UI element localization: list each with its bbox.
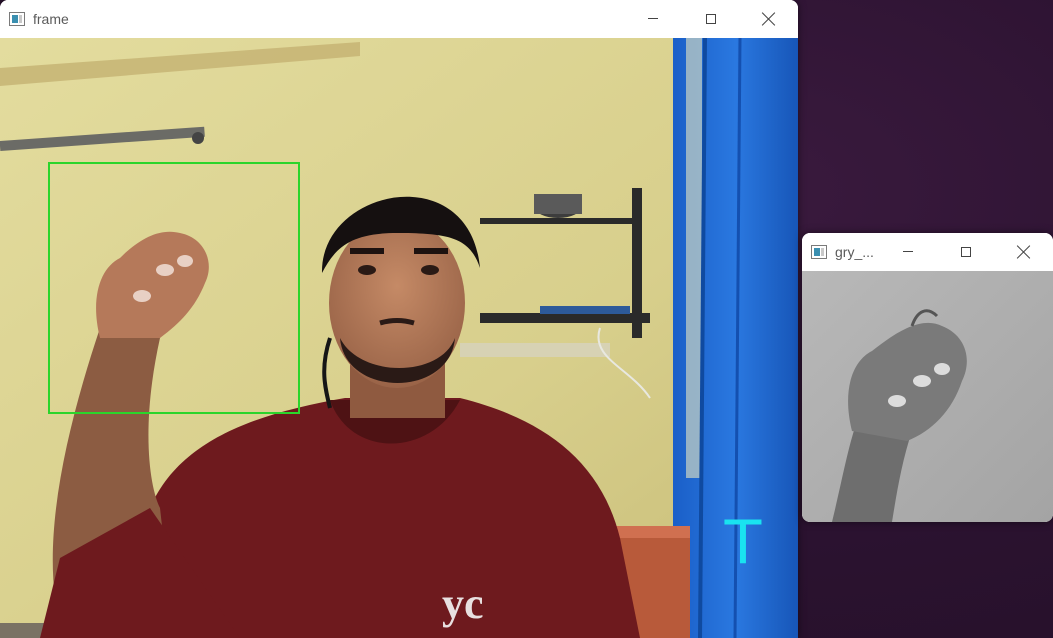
app-icon [9,11,25,26]
shirt-logo: yc [442,579,484,628]
close-icon [1017,245,1031,259]
frame-titlebar[interactable]: frame [0,0,798,37]
close-icon [762,12,776,26]
maximize-button[interactable] [682,0,740,37]
app-icon [811,244,827,259]
minimize-button[interactable] [624,0,682,37]
frame-window[interactable]: frame yc T [0,0,798,638]
gry-window[interactable]: gry_... [802,233,1053,522]
maximize-button[interactable] [937,233,995,270]
window-title: gry_... [835,243,874,260]
close-button[interactable] [740,0,798,37]
minimize-icon [648,18,658,19]
close-button[interactable] [995,233,1053,270]
webcam-image: yc T [0,38,798,638]
maximize-icon [961,246,971,257]
gry-titlebar[interactable]: gry_... [802,233,1053,270]
predicted-letter: T [724,508,762,578]
minimize-icon [903,251,913,252]
webcam-view: yc T [0,38,798,638]
window-title: frame [33,10,69,27]
grayscale-hand-image [802,271,1053,522]
minimize-button[interactable] [879,233,937,270]
grayscale-view [802,271,1053,522]
maximize-icon [706,13,716,24]
